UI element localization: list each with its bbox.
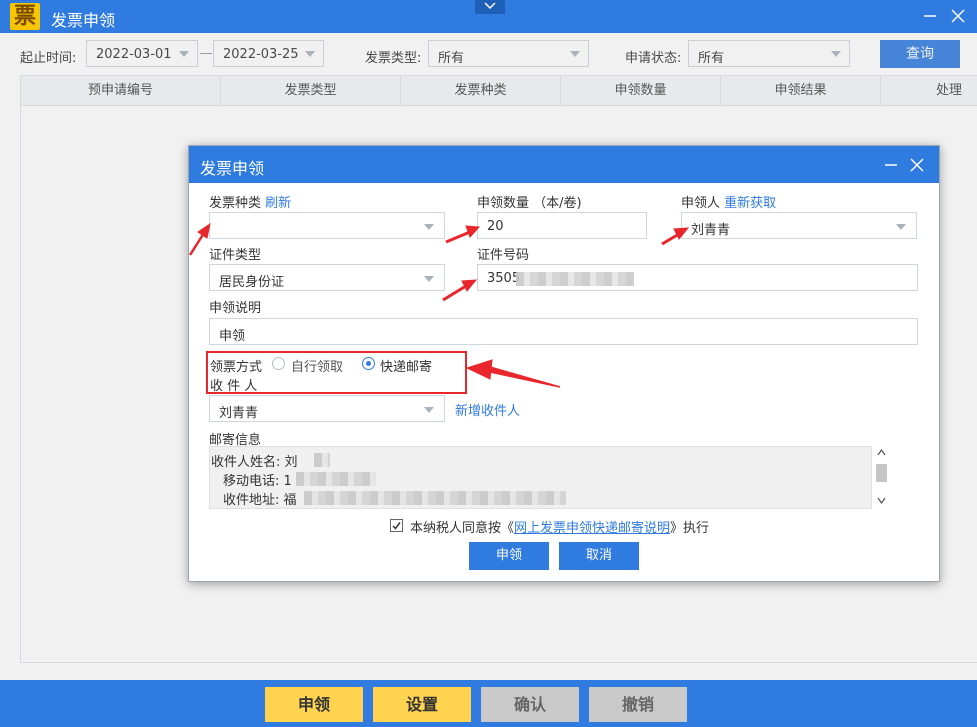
agree-prefix: 本纳税人同意按《 <box>410 521 515 536</box>
id-type-select[interactable]: 居民身份证 <box>209 264 445 291</box>
applicant-value: 刘青青 <box>691 223 731 238</box>
mail-address-label: 收件地址: <box>223 493 280 508</box>
refresh-link[interactable]: 刷新 <box>265 196 291 211</box>
minimize-icon <box>885 164 897 166</box>
scrollbar-thumb[interactable] <box>876 464 887 482</box>
invoice-kind-label: 发票种类 刷新 <box>209 192 291 211</box>
revoke-button[interactable]: 撤销 <box>589 687 687 722</box>
redacted-text <box>304 491 566 505</box>
pickup-self-radio[interactable] <box>272 357 285 370</box>
dropdown-caret-icon <box>424 224 434 230</box>
minimize-icon <box>924 15 936 17</box>
quantity-value: 20 <box>487 219 504 234</box>
description-label: 申领说明 <box>209 301 262 316</box>
dropdown-caret-icon <box>424 276 434 282</box>
redacted-text <box>516 272 634 286</box>
mail-address-value: 福 <box>283 493 297 508</box>
mail-name-label: 收件人姓名: <box>211 455 281 470</box>
invoice-kind-select[interactable] <box>209 212 445 239</box>
agree-suffix: 》执行 <box>670 521 710 536</box>
app-logo-icon: 票 <box>10 3 40 30</box>
description-input[interactable]: 申领 <box>209 318 918 345</box>
mail-name-row: 收件人姓名: 刘 <box>211 451 298 470</box>
mail-terms-link[interactable]: 网上发票申领快递邮寄说明 <box>514 521 670 536</box>
mail-name-value: 刘 <box>284 455 298 470</box>
checkmark-icon <box>392 522 401 530</box>
applicant-label-text: 申领人 <box>681 196 721 211</box>
dialog-close-button[interactable] <box>909 157 925 177</box>
mail-info-box: 收件人姓名: 刘 移动电话: 1 收件地址: 福 <box>209 446 872 509</box>
close-icon <box>910 158 924 172</box>
agree-checkbox[interactable] <box>390 519 403 532</box>
minimize-button[interactable] <box>920 6 940 26</box>
dialog-title: 发票申领 <box>200 159 265 178</box>
mail-phone-row: 移动电话: 1 <box>223 470 292 489</box>
confirm-button[interactable]: 确认 <box>481 687 579 722</box>
pickup-express-radio[interactable] <box>362 357 375 370</box>
chevron-down-icon <box>484 2 496 10</box>
agreement-text: 本纳税人同意按《网上发票申领快递邮寄说明》执行 <box>410 517 709 536</box>
dropdown-caret-icon <box>896 224 906 230</box>
id-type-label: 证件类型 <box>209 248 262 263</box>
id-type-value: 居民身份证 <box>219 275 285 290</box>
invoice-kind-label-text: 发票种类 <box>209 196 262 211</box>
settings-button[interactable]: 设置 <box>373 687 471 722</box>
app-title: 发票申领 <box>51 11 116 30</box>
apply-dialog: 发票申领 发票种类 刷新 申领数量 （本/卷) 20 申领人 重新获取 刘青青 … <box>188 145 940 582</box>
bottom-action-bar: 申领 设置 确认 撤销 <box>0 680 977 727</box>
reacquire-link[interactable]: 重新获取 <box>724 196 776 211</box>
applicant-label: 申领人 重新获取 <box>681 192 776 211</box>
app-title-bar: 票 发票申领 <box>0 0 977 33</box>
dialog-minimize-button[interactable] <box>883 157 899 177</box>
close-button[interactable] <box>948 6 968 26</box>
dialog-cancel-button[interactable]: 取消 <box>559 542 639 570</box>
mail-phone-label: 移动电话: <box>223 474 280 489</box>
recipient-label: 收 件 人 <box>210 379 258 394</box>
redacted-text <box>314 453 330 467</box>
recipient-value: 刘青青 <box>219 406 259 421</box>
id-number-input[interactable]: 3505 <box>477 264 918 291</box>
pickup-method-label: 领票方式 <box>210 360 263 375</box>
pickup-self-label[interactable]: 自行领取 <box>291 356 343 375</box>
mail-phone-value: 1 <box>283 474 292 489</box>
dialog-submit-button[interactable]: 申领 <box>469 542 549 570</box>
quantity-label: 申领数量 （本/卷) <box>477 196 582 211</box>
mail-info-scrollbar[interactable] <box>873 446 890 509</box>
collapse-toggle[interactable] <box>475 0 505 14</box>
applicant-select[interactable]: 刘青青 <box>681 212 917 239</box>
add-recipient-link[interactable]: 新增收件人 <box>455 400 520 419</box>
apply-button[interactable]: 申领 <box>265 687 363 722</box>
quantity-input[interactable]: 20 <box>477 212 647 239</box>
scroll-down-icon[interactable] <box>877 497 886 504</box>
dropdown-caret-icon <box>424 407 434 413</box>
description-value: 申领 <box>219 329 246 344</box>
dialog-title-bar: 发票申领 <box>189 146 939 183</box>
pickup-express-label[interactable]: 快递邮寄 <box>380 356 432 375</box>
recipient-select[interactable]: 刘青青 <box>209 395 445 422</box>
redacted-text <box>296 472 376 486</box>
id-number-label: 证件号码 <box>477 248 530 263</box>
close-icon <box>951 9 965 23</box>
scroll-up-icon[interactable] <box>877 449 886 456</box>
mail-address-row: 收件地址: 福 <box>223 489 297 508</box>
